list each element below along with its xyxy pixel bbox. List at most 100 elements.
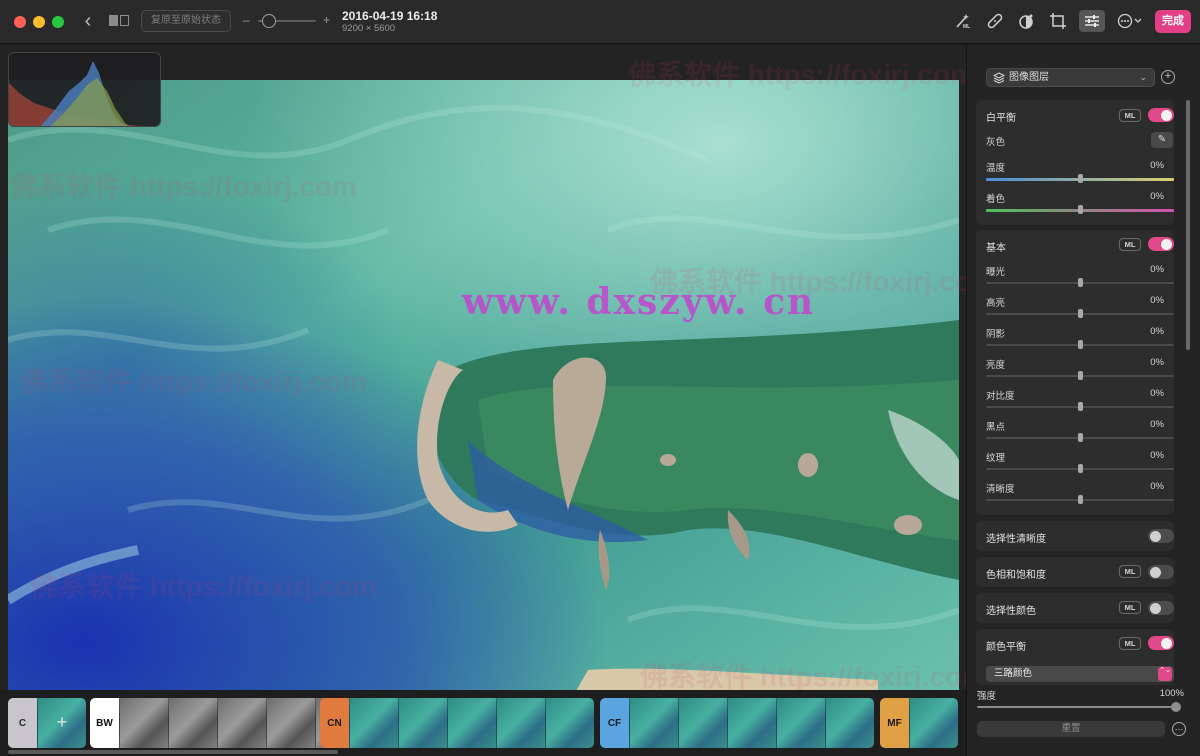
photo-editor-window: ‹ 复原至原始状态 – + 2016-04-19 16:18 9200 × 56… xyxy=(0,0,1200,756)
zoom-in-button[interactable]: + xyxy=(323,13,330,27)
section-title: 选择性颜色 xyxy=(986,606,1036,617)
done-button[interactable]: 完成 xyxy=(1155,10,1191,33)
reset-button[interactable]: 重置 xyxy=(977,721,1165,737)
compare-icon[interactable] xyxy=(109,15,131,27)
preset-tab-cn[interactable]: CN xyxy=(320,698,349,748)
add-preset-button[interactable]: + xyxy=(37,698,86,748)
strength-slider-knob[interactable] xyxy=(1171,702,1181,712)
section-title: 基本 xyxy=(986,243,1006,254)
contrast-slider-knob[interactable] xyxy=(1078,402,1083,411)
highlights-slider-knob[interactable] xyxy=(1078,309,1083,318)
layer-select-label: 图像图层 xyxy=(1009,72,1049,83)
preset-thumbnail[interactable] xyxy=(349,698,398,748)
selective-definition-toggle[interactable] xyxy=(1148,529,1174,543)
texture-slider-knob[interactable] xyxy=(1078,464,1083,473)
tint-slider-knob[interactable] xyxy=(1078,205,1083,214)
preset-thumbnail[interactable] xyxy=(678,698,727,748)
more-options-circle-icon[interactable]: … xyxy=(1172,722,1186,736)
texture-value: 0% xyxy=(1150,450,1164,461)
shadows-slider-knob[interactable] xyxy=(1078,340,1083,349)
preset-thumbnail[interactable] xyxy=(776,698,825,748)
section-title: 白平衡 xyxy=(986,113,1016,124)
panel-scrollbar[interactable] xyxy=(1186,100,1190,350)
color-balance-method-select[interactable]: 三路颜色 ⌃⌄ xyxy=(986,666,1174,682)
brightness-slider-knob[interactable] xyxy=(1078,371,1083,380)
ml-button[interactable]: ML xyxy=(1119,565,1141,578)
back-chevron-icon[interactable]: ‹ xyxy=(78,11,98,33)
temperature-slider-knob[interactable] xyxy=(1078,174,1083,183)
preset-strip-scrollbar[interactable] xyxy=(8,750,338,754)
highlights-value: 0% xyxy=(1150,295,1164,306)
preset-group-cn[interactable]: CN xyxy=(320,698,594,748)
preset-tab-c[interactable]: C xyxy=(8,698,37,748)
strength-value: 100% xyxy=(1159,688,1184,699)
preset-thumbnail[interactable] xyxy=(168,698,217,748)
strength-slider[interactable] xyxy=(977,706,1177,708)
preset-thumbnail[interactable] xyxy=(398,698,447,748)
color-balance-section: 颜色平衡 ML 三路颜色 ⌃⌄ xyxy=(976,629,1174,685)
preset-tab-bw[interactable]: BW xyxy=(90,698,119,748)
black-point-slider-knob[interactable] xyxy=(1078,433,1083,442)
preset-thumbnail[interactable] xyxy=(825,698,874,748)
adjust-sliders-icon[interactable] xyxy=(1079,10,1105,32)
zoom-out-button[interactable]: – xyxy=(243,13,250,27)
selective-color-toggle[interactable] xyxy=(1148,601,1174,615)
preset-thumbnail[interactable] xyxy=(909,698,958,748)
preset-thumbnail[interactable] xyxy=(496,698,545,748)
ml-magic-wand-icon[interactable]: ML xyxy=(951,10,975,32)
preset-group-c[interactable]: C + xyxy=(8,698,86,748)
exposure-value: 0% xyxy=(1150,264,1164,275)
exposure-slider-knob[interactable] xyxy=(1078,278,1083,287)
add-layer-button[interactable]: + xyxy=(1161,70,1175,84)
minimize-window-button[interactable] xyxy=(33,16,45,28)
preset-thumbnail[interactable] xyxy=(266,698,315,748)
ml-button[interactable]: ML xyxy=(1119,637,1141,650)
section-title: 颜色平衡 xyxy=(986,642,1026,653)
shadows-label: 阴影 xyxy=(986,329,1006,340)
bandage-retouch-icon[interactable] xyxy=(983,10,1007,32)
preset-tab-mf[interactable]: MF xyxy=(880,698,909,748)
preset-thumbnail[interactable] xyxy=(447,698,496,748)
zoom-window-button[interactable] xyxy=(52,16,64,28)
section-title: 色相和饱和度 xyxy=(986,570,1046,581)
color-balance-toggle[interactable] xyxy=(1148,636,1174,650)
basic-section: 基本 ML 曝光 0% 高亮 0% 阴影 0% 亮度 0% 对比度 0% 黑点 xyxy=(976,230,1174,515)
ml-button[interactable]: ML xyxy=(1119,109,1141,122)
zoom-slider-knob[interactable] xyxy=(262,14,276,28)
brightness-value: 0% xyxy=(1150,357,1164,368)
updown-arrows-icon: ⌃⌄ xyxy=(1158,667,1172,681)
temperature-label: 温度 xyxy=(986,163,1006,174)
eyedropper-button[interactable]: ✎ xyxy=(1151,132,1173,148)
preset-tab-cf[interactable]: CF xyxy=(600,698,629,748)
brightness-label: 亮度 xyxy=(986,360,1006,371)
close-window-button[interactable] xyxy=(14,16,26,28)
hue-saturation-section: 色相和饱和度 ML xyxy=(976,557,1174,587)
crop-icon[interactable] xyxy=(1046,10,1070,32)
more-options-icon[interactable] xyxy=(1116,10,1144,32)
shadows-value: 0% xyxy=(1150,326,1164,337)
basic-toggle[interactable] xyxy=(1148,237,1174,251)
preset-thumbnail[interactable] xyxy=(629,698,678,748)
ml-button[interactable]: ML xyxy=(1119,238,1141,251)
image-canvas[interactable]: www. dxszyw. cn 佛系软件 https://foxirj.com … xyxy=(0,45,997,705)
layer-select[interactable]: 图像图层 ⌄ xyxy=(986,68,1155,87)
white-balance-toggle[interactable] xyxy=(1148,108,1174,122)
preset-thumbnail[interactable] xyxy=(727,698,776,748)
clarity-value: 0% xyxy=(1150,481,1164,492)
effects-icon[interactable] xyxy=(1014,10,1038,32)
clarity-slider-knob[interactable] xyxy=(1078,495,1083,504)
preset-strip: C + BW CN CF MF xyxy=(0,690,966,756)
preset-thumbnail[interactable] xyxy=(545,698,594,748)
satellite-photo[interactable] xyxy=(8,80,959,705)
preset-group-cf[interactable]: CF xyxy=(600,698,874,748)
contrast-label: 对比度 xyxy=(986,391,1015,402)
white-balance-section: 白平衡 ML 灰色 ✎ 温度 0% 着色 0% xyxy=(976,100,1174,225)
preset-thumbnail[interactable] xyxy=(119,698,168,748)
revert-to-original-button[interactable]: 复原至原始状态 xyxy=(141,10,231,32)
hue-saturation-toggle[interactable] xyxy=(1148,565,1174,579)
black-point-value: 0% xyxy=(1150,419,1164,430)
contrast-value: 0% xyxy=(1150,388,1164,399)
preset-group-mf[interactable]: MF xyxy=(880,698,958,748)
ml-button[interactable]: ML xyxy=(1119,601,1141,614)
preset-thumbnail[interactable] xyxy=(217,698,266,748)
